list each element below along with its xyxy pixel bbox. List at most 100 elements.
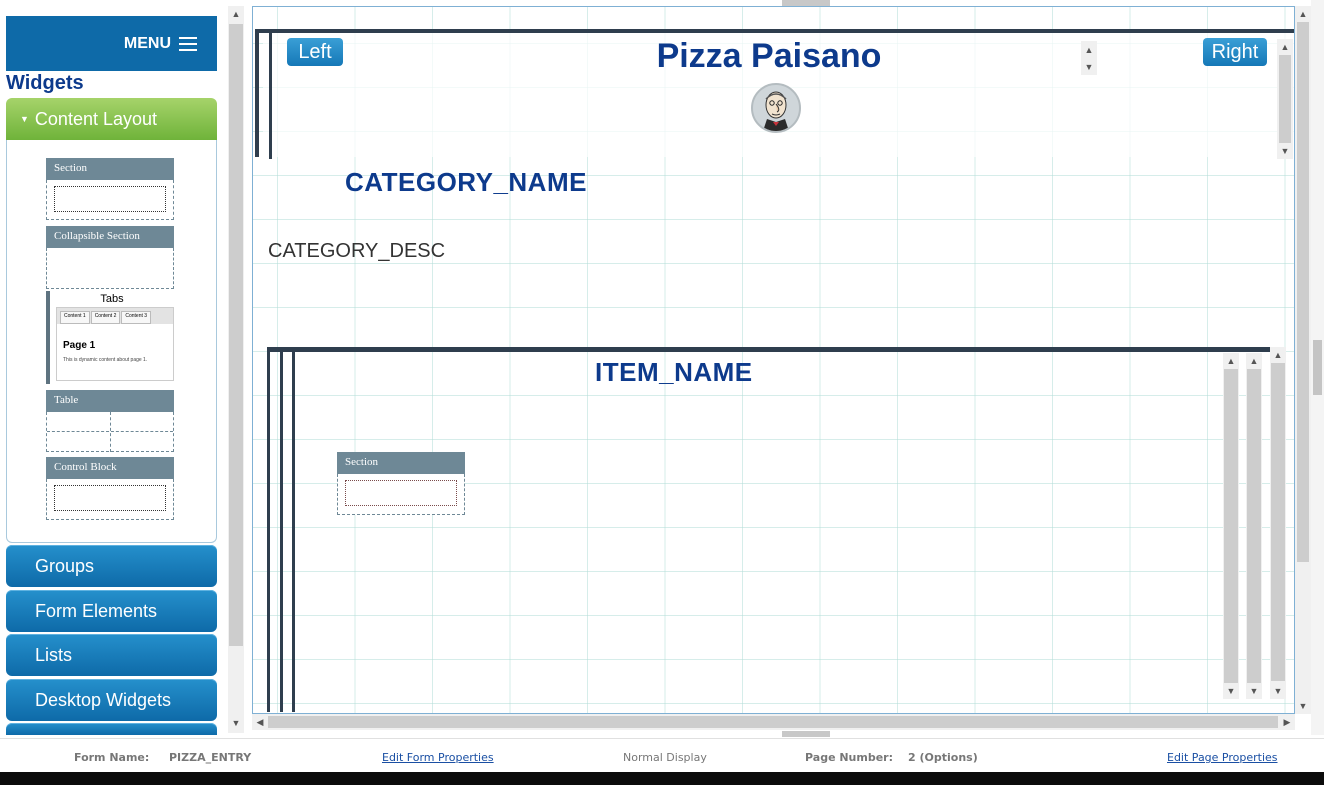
canvas-horizontal-scrollbar[interactable]: ◀ ▶ (252, 714, 1295, 730)
scroll-up-arrow-icon[interactable]: ▲ (1223, 353, 1239, 369)
widget-placeholder (345, 480, 457, 506)
scroll-up-arrow-icon[interactable]: ▲ (1295, 6, 1311, 22)
widget-label: Control Block (46, 457, 174, 479)
scroll-up-arrow-icon[interactable]: ▲ (1246, 353, 1262, 369)
widget-label: Tabs (100, 293, 124, 305)
tabs-preview-row: Content 1 Content 2 Content 3 (57, 308, 173, 324)
scroll-up-arrow-icon[interactable]: ▲ (228, 6, 244, 22)
tabs-preview-tab: Content 3 (121, 311, 152, 324)
item-name-field[interactable]: ITEM_NAME (595, 357, 753, 388)
canvas-vertical-scrollbar[interactable]: ▲ ▼ (1295, 6, 1311, 714)
left-button[interactable]: Left (287, 38, 343, 66)
scroll-down-arrow-icon[interactable]: ▼ (1223, 683, 1239, 699)
page-number-value: 2 (Options) (908, 751, 978, 764)
display-mode: Normal Display (623, 751, 707, 764)
widget-label: Section (46, 158, 174, 180)
form-designer: MENU Widgets ▼ Content Layout Section Co… (0, 0, 1324, 785)
scrollbar-thumb[interactable] (1224, 369, 1238, 683)
accordion-groups[interactable]: Groups (6, 545, 217, 587)
widget-preview (337, 474, 465, 515)
widget-preview (46, 412, 174, 452)
accordion-label: Content Layout (34, 108, 158, 129)
section-border (292, 352, 295, 712)
taskbar-edge (0, 772, 1324, 785)
widget-panel-scrollbar[interactable]: ▲ ▼ (228, 6, 244, 733)
widget-placeholder (54, 485, 166, 511)
widget-preview (46, 180, 174, 220)
scroll-left-arrow-icon[interactable]: ◀ (252, 714, 268, 730)
scroll-up-arrow-icon[interactable]: ▲ (1081, 41, 1097, 58)
scroll-down-arrow-icon[interactable]: ▼ (1277, 143, 1293, 159)
resize-handle[interactable] (782, 731, 830, 737)
scroll-down-arrow-icon[interactable]: ▼ (1246, 683, 1262, 699)
section-border (280, 352, 283, 712)
tabs-preview-tab: Content 1 (60, 311, 90, 324)
page-number-label: Page Number: (805, 751, 894, 764)
scroll-up-arrow-icon[interactable]: ▲ (1277, 39, 1293, 55)
widget-table[interactable]: Table (46, 390, 174, 452)
accordion-content-layout[interactable]: ▼ Content Layout (6, 98, 217, 140)
scrollbar-thumb[interactable] (229, 24, 243, 646)
widget-preview (46, 248, 174, 289)
scroll-down-arrow-icon[interactable]: ▼ (1295, 698, 1311, 714)
status-bar: Form Name: PIZZA_ENTRY Edit Form Propert… (0, 738, 1324, 772)
form-name-label: Form Name: (74, 751, 150, 764)
menu-label: MENU (123, 34, 171, 52)
accordion-desktop-widgets[interactable]: Desktop Widgets (6, 679, 217, 721)
tabs-preview-desc: This is dynamic content about page 1. (63, 357, 148, 363)
section-border (269, 33, 272, 159)
scroll-right-arrow-icon[interactable]: ▶ (1279, 714, 1295, 730)
widget-label: Collapsible Section (46, 226, 174, 248)
item-scrollbar[interactable]: ▲ ▼ (1270, 347, 1286, 699)
scroll-up-arrow-icon[interactable]: ▲ (1270, 347, 1286, 363)
avatar-caricature-icon (751, 83, 801, 133)
accordion-form-elements[interactable]: Form Elements (6, 590, 217, 632)
tabs-preview-tab: Content 2 (90, 311, 121, 324)
accordion-more[interactable] (6, 723, 217, 735)
item-scrollbar[interactable]: ▲ ▼ (1246, 353, 1262, 699)
scrollbar-thumb[interactable] (1297, 22, 1309, 562)
widgets-heading: Widgets (6, 72, 84, 94)
widget-section[interactable]: Section (46, 158, 174, 220)
widget-label: Table (46, 390, 174, 412)
category-desc-field[interactable]: CATEGORY_DESC (268, 240, 445, 263)
category-name-field[interactable]: CATEGORY_NAME (345, 167, 587, 198)
right-button[interactable]: Right (1203, 38, 1267, 66)
scroll-down-arrow-icon[interactable]: ▼ (228, 715, 244, 731)
header-spinner[interactable]: ▲ ▼ (1081, 41, 1097, 75)
form-name-value: PIZZA_ENTRY (169, 751, 252, 764)
accordion-label: Form Elements (35, 600, 158, 621)
menu-button[interactable]: MENU (6, 16, 217, 71)
scrollbar-thumb[interactable] (1313, 340, 1322, 395)
hamburger-icon (179, 36, 197, 51)
scroll-down-arrow-icon[interactable]: ▼ (1081, 58, 1097, 75)
design-canvas[interactable]: Left Pizza Paisano ▲ ▼ Right ▲ ▼ CATEGOR… (252, 6, 1295, 714)
accordion-lists[interactable]: Lists (6, 634, 217, 676)
scrollbar-thumb[interactable] (1247, 369, 1261, 683)
scrollbar-thumb[interactable] (1271, 363, 1285, 681)
edit-page-properties-link[interactable]: Edit Page Properties (1167, 751, 1278, 764)
table-divider (47, 431, 173, 432)
header-section[interactable]: Left Pizza Paisano ▲ ▼ Right ▲ ▼ (255, 29, 1294, 159)
section-border (267, 352, 270, 712)
widget-label: Section (337, 452, 465, 474)
tabs-preview-page: Page 1 (63, 340, 96, 351)
page-title: Pizza Paisano (656, 37, 882, 75)
widget-panel: MENU Widgets ▼ Content Layout Section Co… (0, 0, 245, 735)
page-scrollbar[interactable] (1311, 0, 1324, 735)
item-list-section[interactable] (267, 347, 1272, 712)
widget-placeholder (54, 186, 166, 212)
table-divider (110, 412, 111, 452)
item-scrollbar[interactable]: ▲ ▼ (1223, 353, 1239, 699)
scrollbar-thumb[interactable] (1279, 55, 1291, 143)
widget-control-block[interactable]: Control Block (46, 457, 174, 520)
canvas-section-widget[interactable]: Section (337, 452, 465, 515)
edit-form-properties-link[interactable]: Edit Form Properties (382, 751, 494, 764)
scrollbar-thumb[interactable] (268, 716, 1278, 728)
accordion-label: Desktop Widgets (35, 689, 172, 710)
scroll-down-arrow-icon[interactable]: ▼ (1270, 683, 1286, 699)
accordion-label: Groups (35, 555, 95, 576)
widget-collapsible-section[interactable]: Collapsible Section (46, 226, 174, 289)
header-scrollbar[interactable]: ▲ ▼ (1277, 39, 1293, 159)
widget-tabs[interactable]: Tabs Content 1 Content 2 Content 3 Page … (46, 291, 174, 384)
